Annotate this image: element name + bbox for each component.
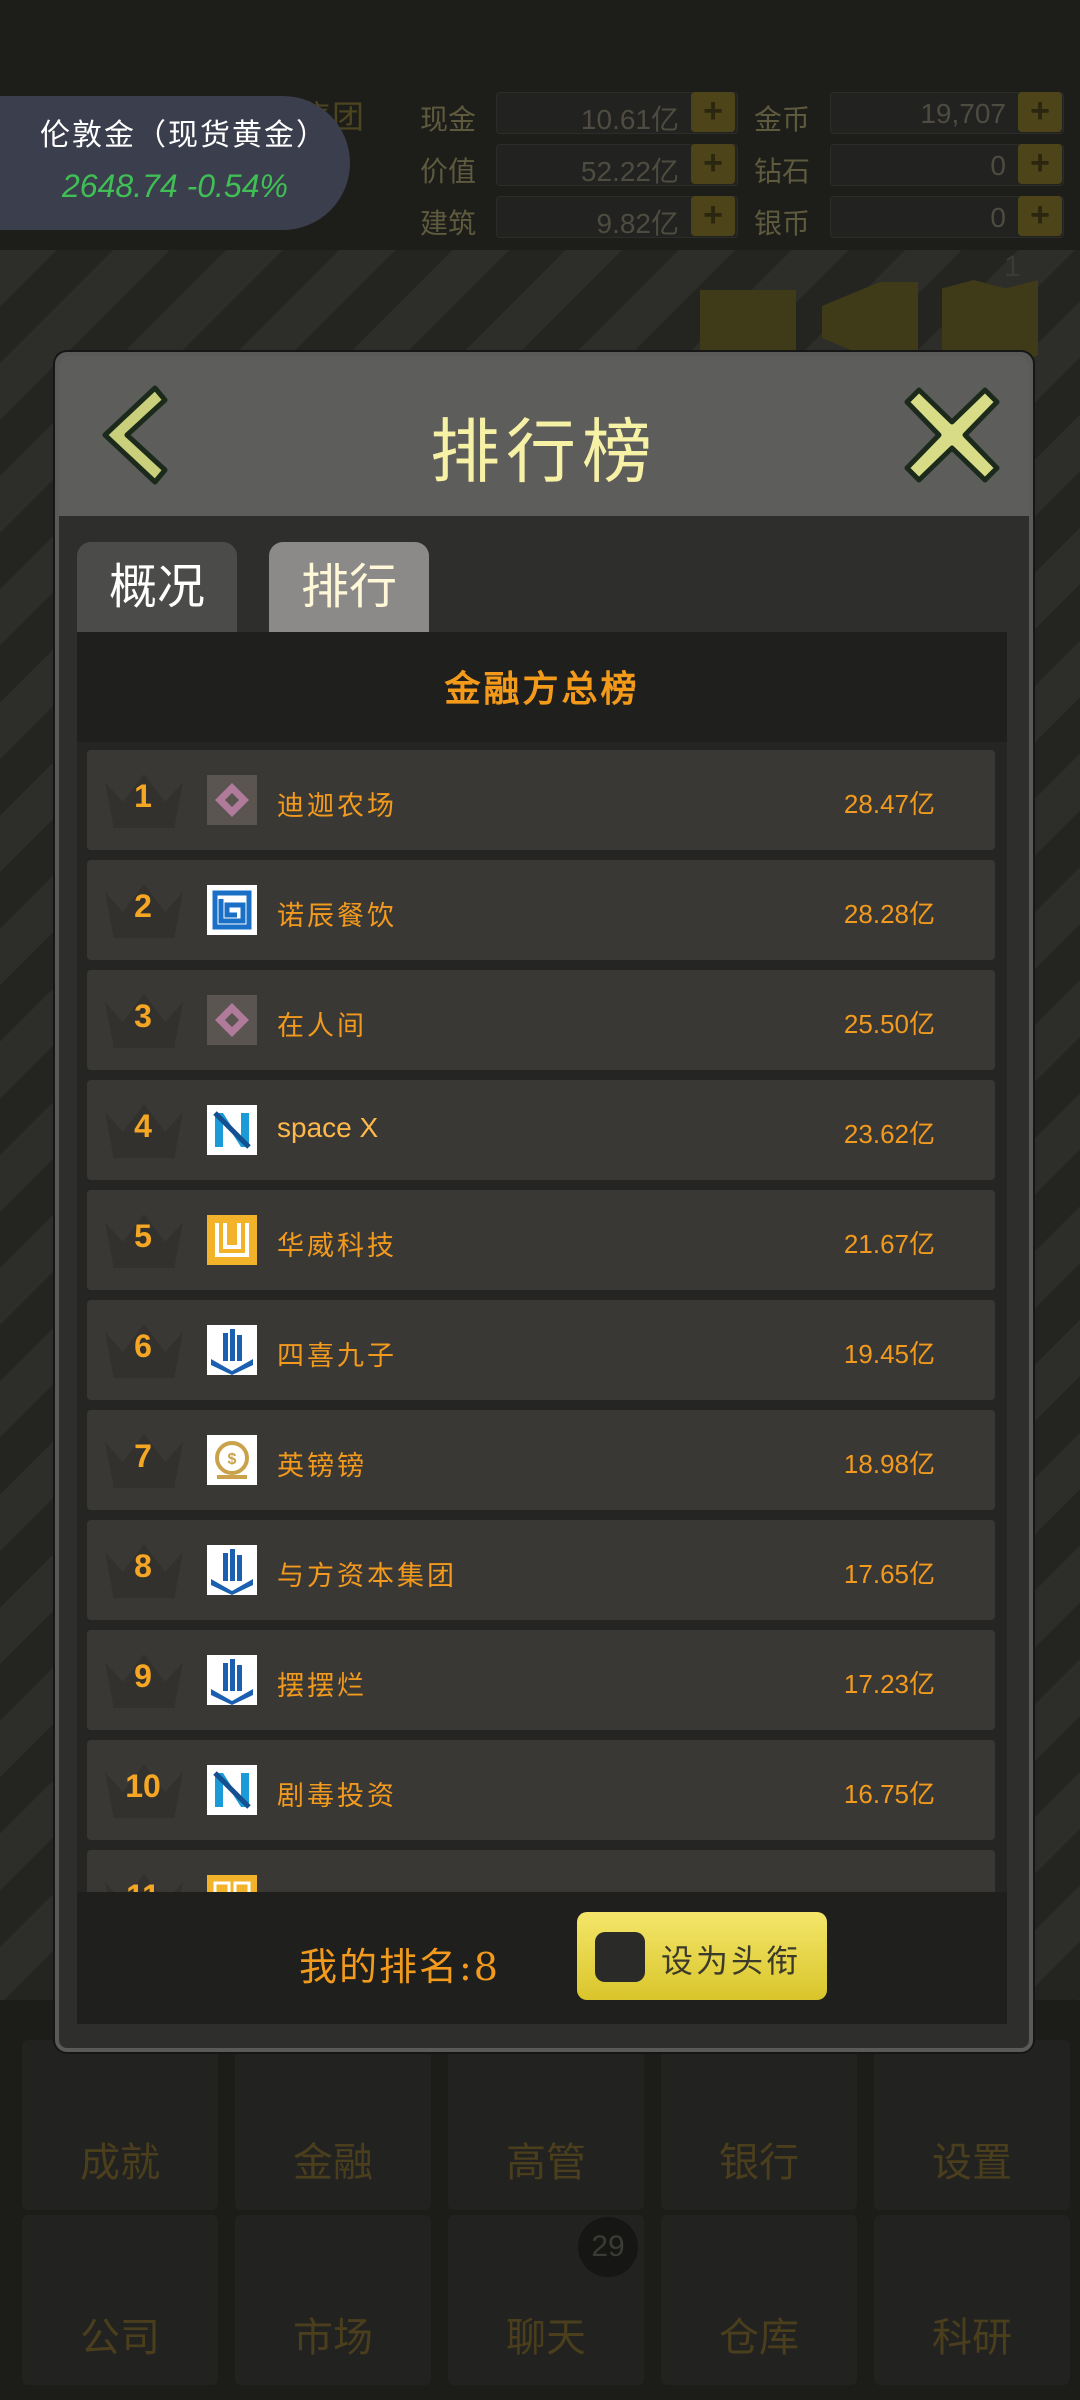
stat-gold-coin: 金币 19,707 + — [754, 92, 1064, 135]
company-name: 与方资本集团 — [277, 1561, 457, 1592]
tab-ranking[interactable]: 排行 — [269, 542, 429, 632]
ranking-row[interactable]: 4 space X 23.62亿 — [87, 1080, 995, 1180]
company-name: 在人间 — [277, 1011, 367, 1042]
rank-number: 1 — [134, 778, 152, 814]
ranking-list[interactable]: 1 迪迦农场 28.47亿 2 诺辰餐饮 28.28亿 3 在人间 25.50亿 4 space X… — [77, 742, 1007, 1892]
rank-number: 2 — [134, 888, 152, 924]
rank-number: 11 — [87, 1878, 199, 1892]
ranking-category-title: 金融方总榜 — [444, 668, 640, 710]
nav-bank[interactable]: 银行 — [661, 2040, 857, 2210]
company-name: 华威科技 — [277, 1231, 397, 1262]
company-value: 17.65亿 — [843, 1559, 935, 1589]
set-as-title-button[interactable]: 设为头衔 — [577, 1912, 827, 2000]
rank-number: 7 — [134, 1438, 152, 1474]
square-spiral-logo — [207, 885, 257, 935]
tower-logo — [207, 1655, 257, 1705]
add-silver-coin-button[interactable]: + — [1018, 196, 1062, 236]
rank-number: 4 — [134, 1108, 152, 1144]
company-name: 剧毒投资 — [277, 1781, 397, 1812]
stat-diamond: 钻石 0 + — [754, 144, 1064, 187]
add-building-button[interactable]: + — [691, 196, 735, 236]
gold-label: 伦敦金（现货黄金） — [40, 118, 328, 153]
rank-number: 9 — [134, 1658, 152, 1694]
company-value: 16.75亿 — [843, 1779, 935, 1809]
mail-count-badge: 1 — [1004, 250, 1021, 283]
company-name: 诺辰餐饮 — [277, 901, 397, 932]
my-rank-text: 我的排名:8 — [299, 1945, 500, 1989]
set-title-label: 设为头衔 — [661, 1942, 802, 1980]
stat-cash: 现金 10.61亿 + — [420, 92, 738, 135]
ranking-row[interactable]: 3 在人间 25.50亿 — [87, 970, 995, 1070]
nav-market[interactable]: 市场 — [235, 2215, 431, 2385]
stat-silver-coin: 银币 0 + — [754, 196, 1064, 239]
nav-finance[interactable]: 金融 — [235, 2040, 431, 2210]
dialog-header: 排行榜 — [59, 356, 1029, 516]
ranking-row[interactable]: 1 迪迦农场 28.47亿 — [87, 750, 995, 850]
company-value: 19.45亿 — [843, 1339, 935, 1369]
bottom-nav: 成就 金融 高管 银行 设置 公司 市场 聊天 仓库 科研 — [0, 2000, 1080, 2400]
leaderboard-dialog: 排行榜 概况 排行 金融方总榜 1 迪迦农场 28.47亿 2 诺辰餐饮 28.28亿 3 在… — [55, 352, 1033, 2052]
ranking-row[interactable]: 10 剧毒投资 16.75亿 — [87, 1740, 995, 1840]
company-value: 21.67亿 — [843, 1229, 935, 1259]
ranking-row[interactable]: 8 与方资本集团 17.65亿 — [87, 1520, 995, 1620]
gold-coin-logo: $ — [207, 1435, 257, 1485]
grid-logo — [207, 1875, 257, 1892]
cup-logo — [207, 1215, 257, 1265]
gold-quote: 2648.74 -0.54% — [62, 168, 288, 204]
stat-building: 建筑 9.82亿 + — [420, 196, 738, 239]
add-cash-button[interactable]: + — [691, 92, 735, 132]
ranking-row[interactable]: 2 诺辰餐饮 28.28亿 — [87, 860, 995, 960]
company-name: 迪迦农场 — [277, 791, 397, 822]
rank-number: 3 — [134, 998, 152, 1034]
nav-executives[interactable]: 高管 — [448, 2040, 644, 2210]
ranking-row[interactable]: 5 华威科技 21.67亿 — [87, 1190, 995, 1290]
company-value: 23.62亿 — [843, 1119, 935, 1149]
n-letter-logo — [207, 1765, 257, 1815]
set-title-checkbox[interactable] — [595, 1932, 645, 1982]
stat-value: 价值 52.22亿 + — [420, 144, 738, 187]
gold-price-ticker[interactable]: 伦敦金（现货黄金） 2648.74 -0.54% — [0, 96, 350, 230]
rank-number: 5 — [134, 1218, 152, 1254]
ranking-row[interactable]: 7 $ 英镑镑 18.98亿 — [87, 1410, 995, 1510]
company-value: 28.47亿 — [843, 789, 935, 819]
company-value: 17.23亿 — [843, 1669, 935, 1699]
close-button[interactable] — [899, 382, 1005, 488]
add-value-button[interactable]: + — [691, 144, 735, 184]
company-name: space X — [277, 1112, 379, 1143]
add-diamond-button[interactable]: + — [1018, 144, 1062, 184]
mail-icon[interactable] — [700, 290, 796, 360]
close-icon — [904, 387, 1000, 483]
company-name: 摆摆烂 — [277, 1671, 367, 1702]
ranking-row[interactable]: 11 — [87, 1850, 995, 1892]
ranking-row[interactable]: 6 四喜九子 19.45亿 — [87, 1300, 995, 1400]
rank-number: 10 — [125, 1768, 161, 1804]
ranking-category-header: 金融方总榜 — [77, 632, 1007, 742]
diamond-logo — [207, 775, 257, 825]
nav-research[interactable]: 科研 — [874, 2215, 1070, 2385]
company-name: 四喜九子 — [277, 1341, 397, 1372]
company-value: 25.50亿 — [843, 1009, 935, 1039]
tower-logo — [207, 1545, 257, 1595]
nav-achievements[interactable]: 成就 — [22, 2040, 218, 2210]
company-name: 英镑镑 — [277, 1451, 367, 1482]
ranking-row[interactable]: 9 摆摆烂 17.23亿 — [87, 1630, 995, 1730]
svg-text:$: $ — [228, 1451, 237, 1468]
nav-settings[interactable]: 设置 — [874, 2040, 1070, 2210]
dialog-title: 排行榜 — [430, 411, 658, 493]
diamond-logo — [207, 995, 257, 1045]
add-gold-coin-button[interactable]: + — [1018, 92, 1062, 132]
ranking-footer: 我的排名:8 设为头衔 — [77, 1892, 1007, 2024]
tower-logo — [207, 1325, 257, 1375]
rank-number: 6 — [134, 1328, 152, 1364]
nav-company[interactable]: 公司 — [22, 2215, 218, 2385]
nav-warehouse[interactable]: 仓库 — [661, 2215, 857, 2385]
chat-badge: 29 — [578, 2217, 638, 2277]
n-letter-logo — [207, 1105, 257, 1155]
company-value: 28.28亿 — [843, 899, 935, 929]
company-value: 18.98亿 — [843, 1449, 935, 1479]
tab-overview[interactable]: 概况 — [77, 542, 237, 632]
rank-number: 8 — [134, 1548, 152, 1584]
